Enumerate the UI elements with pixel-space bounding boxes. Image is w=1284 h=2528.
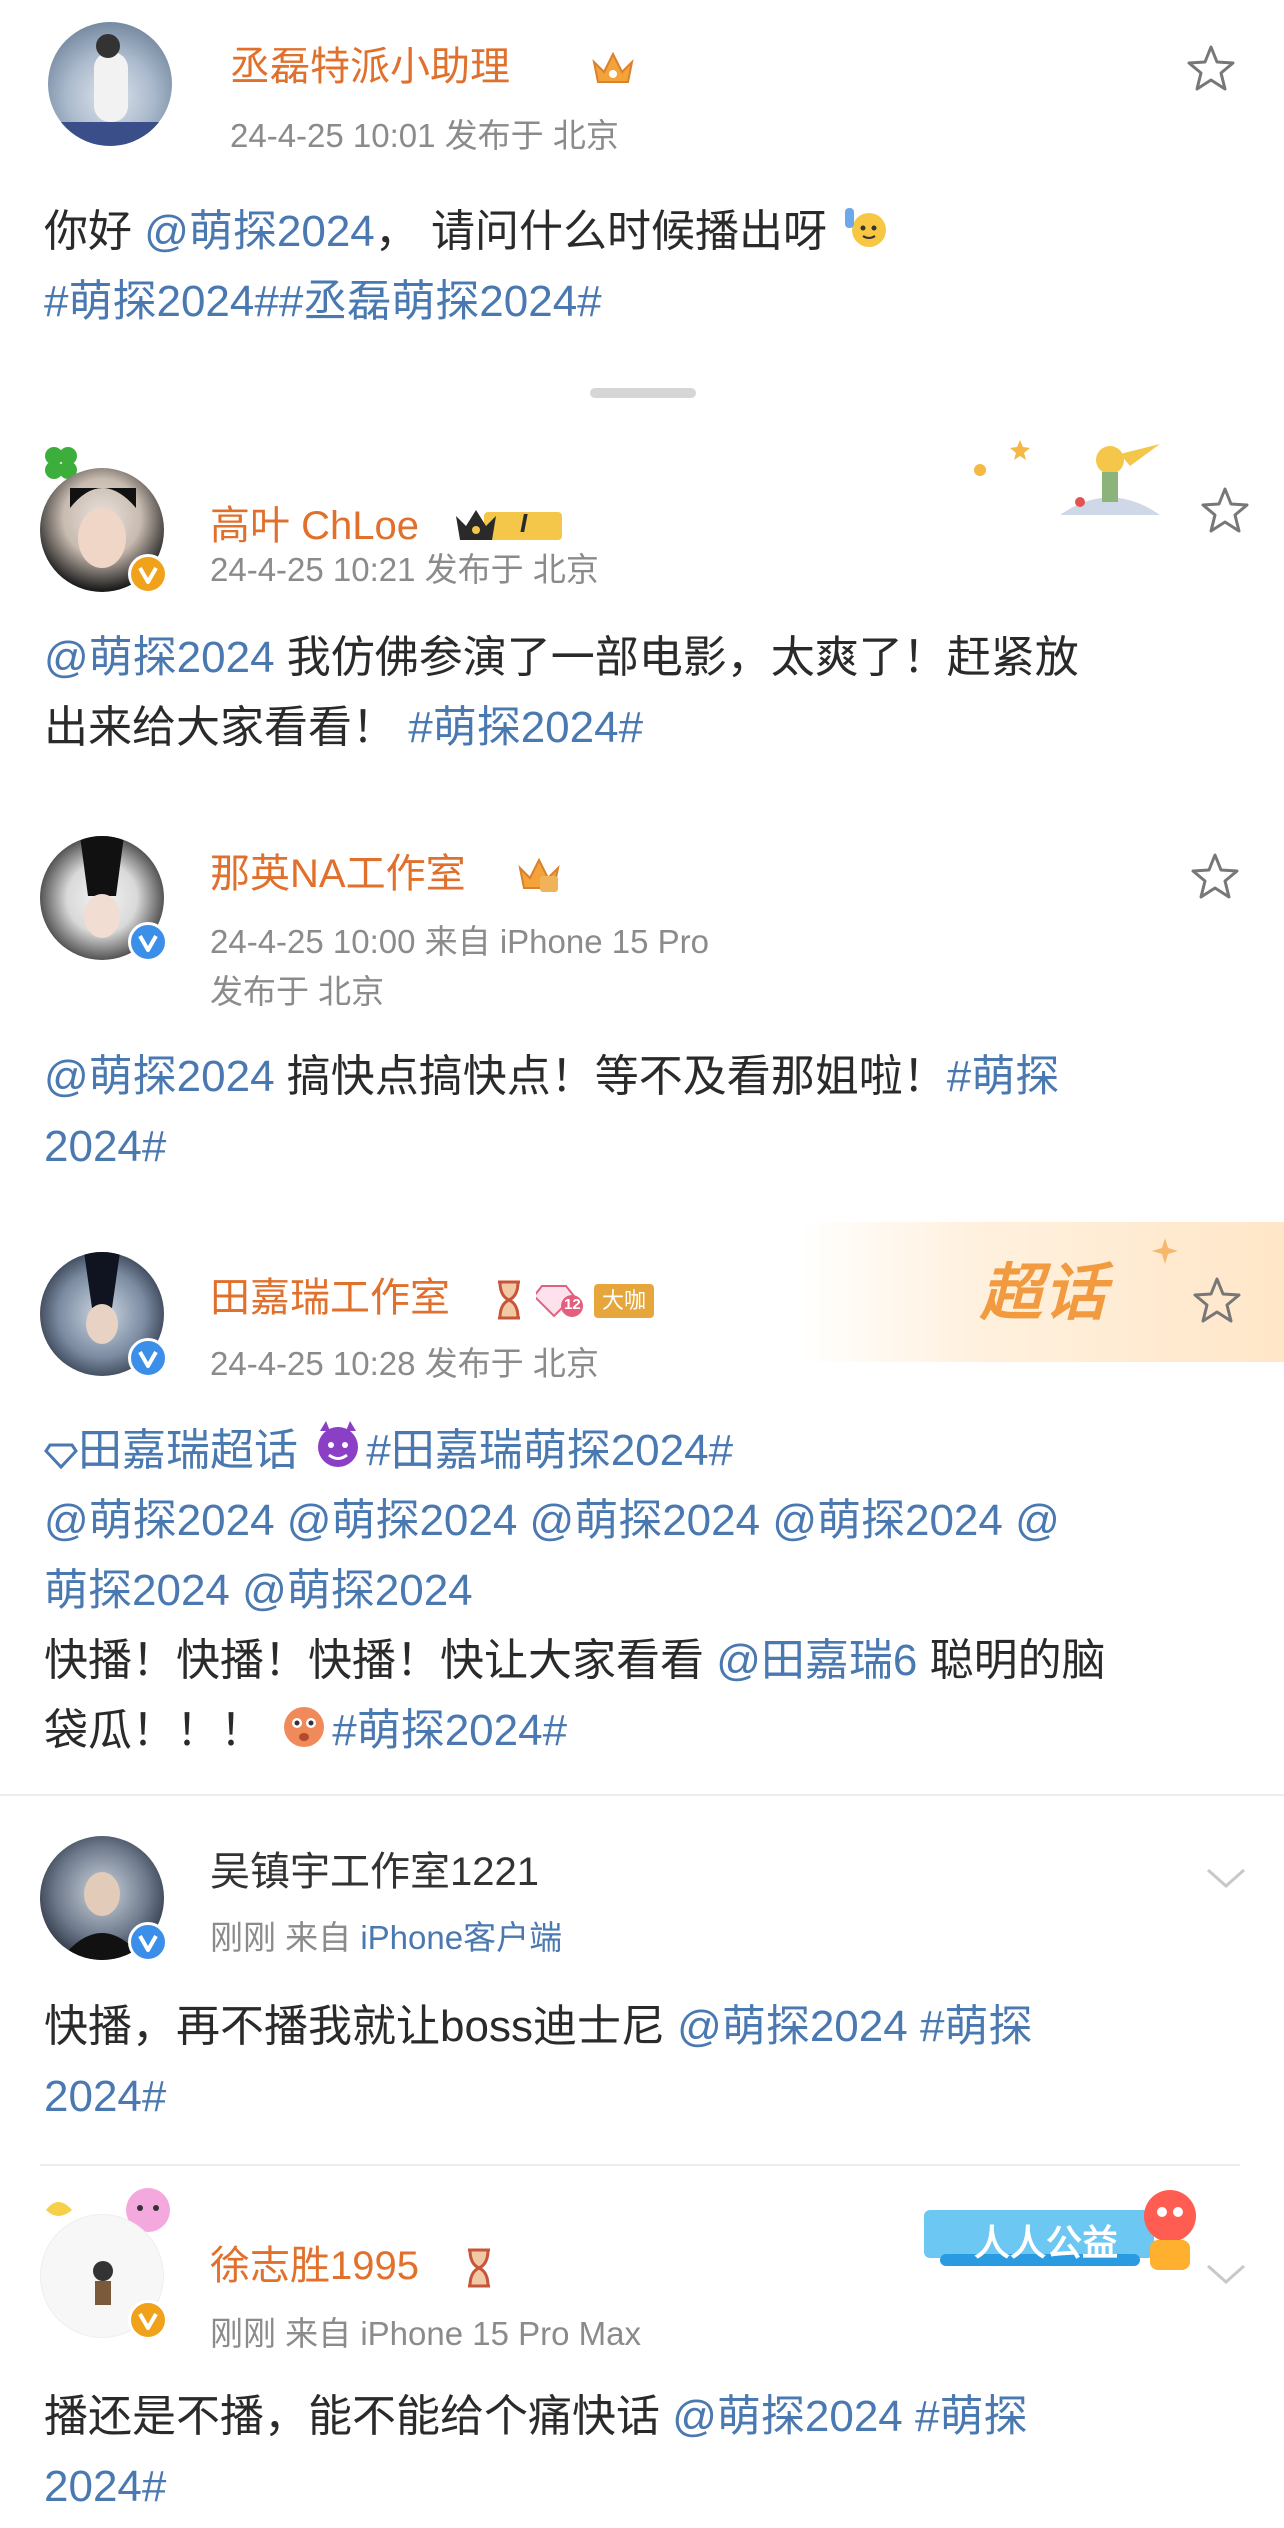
favorite-star-icon[interactable] bbox=[1188, 850, 1242, 904]
hashtag-link[interactable]: #田嘉瑞萌探2024# bbox=[366, 1426, 733, 1475]
avatar[interactable] bbox=[48, 22, 172, 146]
author-name[interactable]: 高叶 ChLoe bbox=[210, 502, 419, 550]
devil-emoji-icon bbox=[318, 1421, 359, 1467]
crown-level-icon bbox=[518, 857, 560, 892]
source-link[interactable]: iPhone客户端 bbox=[360, 1919, 562, 1956]
mention-links[interactable]: @萌探2024 @萌探2024 @萌探2024 @萌探2024 @ bbox=[44, 1496, 1060, 1545]
post-location: 发布于 北京 bbox=[210, 973, 385, 1010]
member-crown-badge: I bbox=[454, 504, 566, 546]
drag-handle[interactable] bbox=[590, 388, 696, 398]
super-topic-link[interactable]: 田嘉瑞超话 bbox=[78, 1426, 298, 1475]
hashtag-link[interactable]: #萌探 bbox=[908, 2002, 1032, 2051]
chevron-down-icon[interactable] bbox=[1204, 1864, 1248, 1892]
hourglass-icon bbox=[468, 2248, 490, 2288]
post-text: 出来给大家看看！ bbox=[44, 703, 396, 752]
fan-level-badge: 12 bbox=[532, 1282, 586, 1318]
hourglass-icon bbox=[498, 1280, 520, 1320]
cute-face-emoji-icon bbox=[284, 1707, 325, 1747]
post-2: 高叶 ChLoe I 24-4-25 10:21 发布于 北京 @萌探2024 … bbox=[0, 420, 1284, 800]
verified-badge-icon bbox=[128, 922, 168, 962]
diamond-topic-icon bbox=[44, 1443, 78, 1470]
post-content: @萌探2024 搞快点搞快点！等不及看那姐啦！#萌探 2024# bbox=[44, 1042, 1244, 1182]
post-text: 搞快点搞快点！等不及看那姐啦！ bbox=[274, 1052, 947, 1101]
post-meta: 刚刚 来自 iPhone客户端 bbox=[210, 1918, 562, 1958]
favorite-star-icon[interactable] bbox=[1184, 42, 1238, 96]
avatar[interactable] bbox=[40, 468, 168, 594]
avatar[interactable] bbox=[40, 1836, 168, 1962]
chevron-down-icon[interactable] bbox=[1204, 2260, 1248, 2288]
post-6: 徐志胜1995 人人公益 刚刚 来自 iPhone 15 Pro Max 播还是… bbox=[0, 2166, 1284, 2528]
sparkle-icon bbox=[1152, 1238, 1178, 1264]
post-1: 丞磊特派小助理 24-4-25 10:01 发布于 北京 你好 @萌探2024，… bbox=[0, 0, 1284, 398]
post-meta: 24-4-25 10:00 来自 iPhone 15 Pro bbox=[210, 923, 709, 960]
mention-link[interactable]: @萌探2024 bbox=[672, 2392, 903, 2441]
post-text: 袋瓜！！！ bbox=[44, 1706, 277, 1755]
post-meta-text: 刚刚 来自 bbox=[210, 1919, 361, 1956]
favorite-star-icon[interactable] bbox=[1198, 484, 1252, 538]
post-4: 超话 田嘉瑞工作室 12 大咖 24-4-25 10:28 发布于 北京 田嘉瑞… bbox=[0, 1222, 1284, 1794]
mention-link[interactable]: @萌探2024 bbox=[44, 633, 275, 682]
post-meta: 24-4-25 10:01 发布于 北京 bbox=[230, 117, 619, 154]
hashtag-link[interactable]: 2024# bbox=[44, 2462, 166, 2511]
hashtag-link[interactable]: #萌探2024# bbox=[332, 1706, 567, 1755]
vip-label-badge: 大咖 bbox=[594, 1284, 655, 1318]
post-3: 那英NA工作室 24-4-25 10:00 来自 iPhone 15 Pro 发… bbox=[0, 800, 1284, 1220]
post-text: 快播！快播！快播！快让大家看看 bbox=[44, 1636, 717, 1685]
author-name[interactable]: 徐志胜1995 bbox=[210, 2242, 419, 2290]
post-text: 播还是不播，能不能给个痛快话 bbox=[44, 2392, 673, 2441]
hashtag-link[interactable]: #萌探 bbox=[947, 1052, 1059, 1101]
mention-link[interactable]: @萌探2024 bbox=[677, 2002, 908, 2051]
avatar[interactable] bbox=[40, 836, 168, 962]
author-name[interactable]: 丞磊特派小助理 bbox=[230, 43, 510, 91]
post-content: 田嘉瑞超话 #田嘉瑞萌探2024# @萌探2024 @萌探2024 @萌探202… bbox=[44, 1416, 1244, 1766]
post-5: 吴镇宇工作室1221 刚刚 来自 iPhone客户端 快播，再不播我就让boss… bbox=[0, 1796, 1284, 2168]
little-prince-decoration-icon bbox=[974, 440, 1160, 515]
verified-badge-icon bbox=[128, 1338, 168, 1378]
post-content: 快播，再不播我就让boss迪士尼 @萌探2024 #萌探 2024# bbox=[44, 1992, 1244, 2132]
member-level: I bbox=[520, 508, 528, 538]
charity-label: 人人公益 bbox=[974, 2222, 1119, 2263]
post-text: 聪明的脑 bbox=[917, 1636, 1106, 1685]
post-text: ， 请问什么时候播出呀 bbox=[374, 207, 828, 256]
fan-level-number: 12 bbox=[564, 1296, 581, 1313]
post-content: 你好 @萌探2024， 请问什么时候播出呀 #萌探2024##丞磊萌探2024# bbox=[44, 197, 1244, 337]
avatar[interactable] bbox=[40, 2214, 168, 2340]
mention-links[interactable]: 萌探2024 @萌探2024 bbox=[44, 1566, 473, 1615]
post-text: 快播，再不播我就让boss迪士尼 bbox=[44, 2002, 678, 2051]
author-name[interactable]: 吴镇宇工作室1221 bbox=[210, 1848, 539, 1896]
verified-badge-icon bbox=[128, 2300, 168, 2340]
mention-link[interactable]: @萌探2024 bbox=[144, 207, 375, 256]
post-meta: 刚刚 来自 iPhone 15 Pro Max bbox=[210, 2315, 641, 2352]
hashtag-link[interactable]: #萌探2024# bbox=[408, 703, 643, 752]
avatar-image bbox=[48, 22, 172, 146]
mention-link[interactable]: @萌探2024 bbox=[44, 1052, 275, 1101]
post-content: 播还是不播，能不能给个痛快话 @萌探2024 #萌探 2024# bbox=[44, 2382, 1244, 2522]
favorite-star-icon[interactable] bbox=[1190, 1274, 1244, 1328]
crown-icon bbox=[592, 51, 634, 83]
hashtag-link[interactable]: 2024# bbox=[44, 2072, 166, 2121]
avatar[interactable] bbox=[40, 1252, 168, 1378]
post-meta: 24-4-25 10:28 发布于 北京 bbox=[210, 1345, 599, 1382]
super-topic-label: 超话 bbox=[980, 1259, 1109, 1328]
raised-hand-emoji-icon bbox=[845, 208, 887, 247]
post-text: 你好 bbox=[44, 207, 145, 256]
post-meta: 24-4-25 10:21 发布于 北京 bbox=[210, 551, 599, 588]
verified-badge-icon bbox=[128, 1922, 168, 1962]
charity-banner[interactable]: 人人公益 bbox=[920, 2180, 1200, 2290]
verified-badge-icon bbox=[128, 554, 168, 594]
post-text: 我仿佛参演了一部电影，太爽了！赶紧放 bbox=[274, 633, 1079, 682]
mention-link[interactable]: @田嘉瑞6 bbox=[716, 1636, 917, 1685]
hashtag-link[interactable]: 2024# bbox=[44, 1122, 166, 1171]
hashtag-link[interactable]: #萌探2024##丞磊萌探2024# bbox=[44, 267, 1244, 337]
author-name[interactable]: 那英NA工作室 bbox=[210, 850, 466, 898]
hashtag-link[interactable]: #萌探 bbox=[903, 2392, 1027, 2441]
author-name[interactable]: 田嘉瑞工作室 bbox=[210, 1274, 450, 1322]
post-content: @萌探2024 我仿佛参演了一部电影，太爽了！赶紧放 出来给大家看看！ #萌探2… bbox=[44, 623, 1244, 763]
